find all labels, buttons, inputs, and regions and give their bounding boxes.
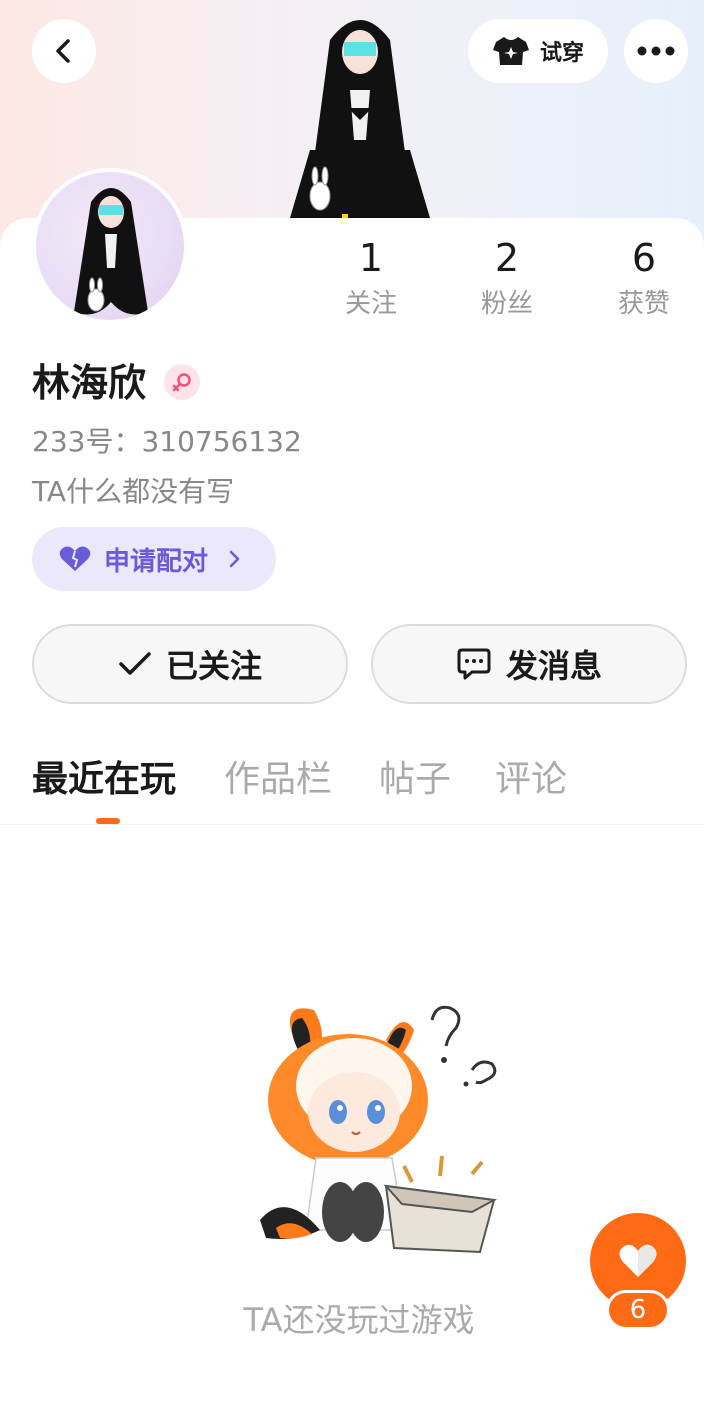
stat-likes[interactable]: 6 获赞 (589, 236, 699, 320)
followed-button[interactable]: 已关注 (32, 624, 348, 704)
tab-posts[interactable]: 帖子 (379, 752, 451, 808)
try-on-label: 试穿 (539, 41, 584, 66)
heart-icon (59, 546, 91, 571)
stat-likes-value: 6 (631, 236, 657, 280)
female-icon (172, 373, 191, 392)
stat-fans-label: 粉丝 (480, 289, 533, 319)
stat-fans-value: 2 (494, 236, 520, 280)
check-icon (119, 652, 151, 675)
stat-likes-label: 获赞 (617, 289, 670, 319)
apply-pair-button[interactable]: 申请配对 (32, 527, 276, 591)
stat-following-value: 1 (358, 236, 384, 280)
heart-icon (619, 1244, 657, 1277)
avatar-character-image (74, 188, 148, 315)
send-message-label: 发消息 (505, 647, 602, 685)
tabs-divider (0, 824, 704, 825)
profile-tabs: 最近在玩 作品栏 帖子 评论 (0, 752, 704, 824)
stat-following[interactable]: 1 关注 (316, 236, 426, 320)
followed-label: 已关注 (165, 647, 262, 685)
send-message-button[interactable]: 发消息 (371, 624, 687, 704)
dressup-character-image[interactable] (270, 0, 450, 222)
more-dots-icon (637, 46, 675, 56)
stat-fans[interactable]: 2 粉丝 (452, 236, 562, 320)
tshirt-icon (492, 37, 529, 65)
more-button[interactable] (624, 19, 688, 83)
tab-recently-played[interactable]: 最近在玩 (32, 752, 176, 808)
bio: TA什么都没有写 (32, 475, 235, 508)
like-count-badge: 6 (606, 1290, 670, 1330)
username: 林海欣 (32, 361, 147, 405)
back-button[interactable] (32, 19, 96, 83)
chat-bubble-icon (457, 648, 491, 680)
apply-pair-label: 申请配对 (104, 546, 209, 577)
user-id: 233号：310756132 (32, 425, 302, 458)
tab-comments[interactable]: 评论 (495, 752, 567, 808)
back-arrow-icon (56, 39, 70, 63)
chevron-right-icon (229, 550, 240, 568)
avatar[interactable] (32, 168, 188, 324)
tab-works[interactable]: 作品栏 (224, 752, 332, 808)
stat-following-label: 关注 (344, 289, 397, 319)
try-on-button[interactable]: 试穿 (468, 19, 608, 83)
empty-state-illustration (260, 1005, 498, 1254)
empty-state-text: TA还没玩过游戏 (243, 1301, 475, 1339)
gender-badge (164, 364, 200, 400)
